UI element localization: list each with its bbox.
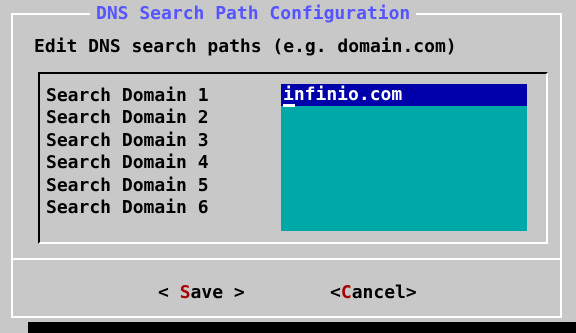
- field-label-3: Search Domain 3: [46, 129, 209, 151]
- save-button-rest: ave >: [190, 282, 245, 303]
- button-bar: < Save > <Cancel>: [13, 262, 560, 314]
- search-domain-2-input[interactable]: [281, 106, 527, 128]
- cancel-button-hotkey: C: [340, 282, 352, 303]
- search-domain-6-input[interactable]: [281, 194, 527, 216]
- text-cursor: [283, 104, 295, 107]
- cancel-button-rest: ancel>: [351, 282, 417, 303]
- save-button[interactable]: < Save >: [158, 282, 245, 304]
- field-label-2: Search Domain 2: [46, 107, 209, 129]
- save-button-pre: <: [158, 282, 180, 303]
- search-domain-5-input[interactable]: [281, 172, 527, 194]
- field-label-1: Search Domain 1: [46, 85, 209, 106]
- dialog-title: DNS Search Path Configuration: [90, 3, 417, 25]
- cancel-button[interactable]: <Cancel>: [330, 282, 417, 304]
- dialog-subtitle: Edit DNS search paths (e.g. domain.com): [34, 36, 457, 57]
- search-domain-1-input[interactable]: infinio.com: [281, 84, 527, 106]
- dialog-shadow: [28, 322, 576, 333]
- search-domain-3-input[interactable]: [281, 128, 527, 150]
- field-label-6: Search Domain 6: [46, 197, 209, 219]
- cancel-button-pre: <: [330, 282, 341, 303]
- field-label-4: Search Domain 4: [46, 152, 209, 174]
- save-button-hotkey: S: [179, 282, 191, 303]
- button-separator: [13, 258, 560, 260]
- field-labels: Search Domain 1 Search Domain 2 Search D…: [46, 85, 209, 219]
- search-domain-4-input[interactable]: [281, 150, 527, 172]
- field-label-5: Search Domain 5: [46, 174, 209, 196]
- dialog-window: DNS Search Path Configuration Edit DNS s…: [0, 0, 576, 333]
